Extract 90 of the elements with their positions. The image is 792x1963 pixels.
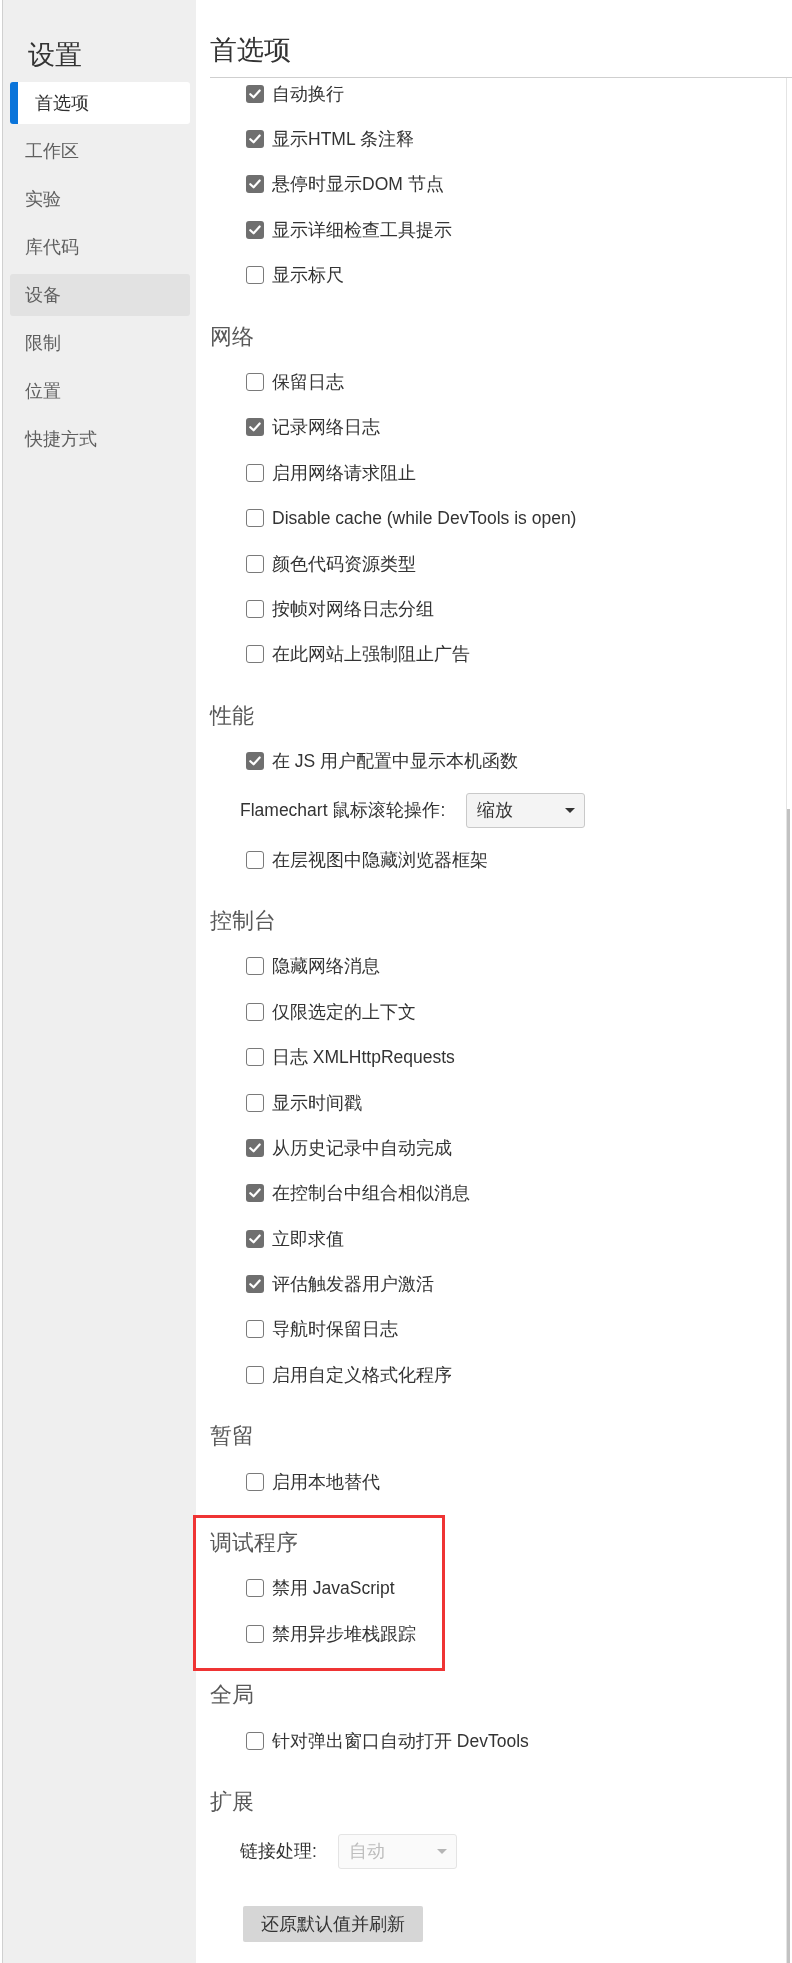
option-label: 禁用 JavaScript (272, 1577, 395, 1601)
checkmark-icon (249, 756, 261, 767)
option-label: 显示详细检查工具提示 (272, 218, 452, 242)
option-label: 显示标尺 (272, 264, 344, 288)
checkmark-icon (249, 1233, 261, 1244)
option-label: 导航时保留日志 (272, 1318, 398, 1342)
sidebar-item[interactable]: 工作区 (10, 130, 190, 172)
option-label: 启用网络请求阻止 (272, 461, 416, 485)
reset-button[interactable]: 还原默认值并刷新 (243, 1905, 423, 1942)
scrollbar-thumb[interactable] (787, 809, 790, 1963)
checkbox[interactable] (246, 130, 264, 149)
option-label: 日志 XMLHttpRequests (272, 1046, 455, 1070)
option-label: 启用本地替代 (272, 1470, 380, 1494)
option-label: 从历史记录中自动完成 (272, 1136, 452, 1160)
checkmark-icon (249, 179, 261, 190)
checkbox[interactable] (246, 1731, 264, 1750)
checkbox[interactable] (246, 1579, 264, 1598)
sidebar-item[interactable]: 库代码 (10, 226, 190, 268)
option-label: 自动换行 (272, 82, 344, 106)
option-label: 显示时间戳 (272, 1091, 362, 1115)
checkbox[interactable] (246, 1472, 264, 1491)
checkbox[interactable] (246, 850, 264, 869)
checkbox[interactable] (246, 418, 264, 437)
section-heading: 调试程序 (210, 1530, 298, 1557)
checkbox[interactable] (246, 957, 264, 976)
sidebar-item[interactable]: 实验 (10, 178, 190, 220)
option-label: 在此网站上强制阻止广告 (272, 643, 470, 667)
section-heading: 性能 (210, 702, 254, 730)
checkmark-icon (249, 1188, 261, 1199)
sidebar-item[interactable]: 首选项 (10, 82, 190, 124)
checkbox[interactable] (246, 1093, 264, 1112)
checkbox[interactable] (246, 1275, 264, 1294)
checkbox[interactable] (246, 1002, 264, 1021)
checkmark-icon (249, 134, 261, 145)
checkbox[interactable] (246, 463, 264, 482)
checkbox[interactable] (246, 1624, 264, 1643)
section-heading: 扩展 (210, 1788, 254, 1816)
section-heading: 暂留 (210, 1423, 254, 1451)
option-label: 隐藏网络消息 (272, 955, 380, 979)
option-label: 评估触发器用户激活 (272, 1273, 434, 1297)
section-heading: 全局 (210, 1682, 254, 1710)
option-label: 在层视图中隐藏浏览器框架 (272, 848, 488, 872)
sidebar-item[interactable]: 位置 (10, 370, 190, 412)
option-label: 仅限选定的上下文 (272, 1000, 416, 1024)
dropdown[interactable]: 缩放 (466, 792, 586, 828)
checkmark-icon (249, 1142, 261, 1153)
checkmark-icon (249, 1279, 261, 1290)
checkbox[interactable] (246, 645, 264, 664)
checkbox[interactable] (246, 1320, 264, 1339)
sidebar-item[interactable]: 设备 (10, 274, 190, 316)
section-heading: 网络 (210, 323, 254, 351)
option-label: 启用自定义格式化程序 (272, 1363, 452, 1387)
checkbox[interactable] (246, 1365, 264, 1384)
checkbox[interactable] (246, 752, 264, 771)
dropdown-label: 链接处理: (240, 1840, 317, 1864)
option-label: 颜色代码资源类型 (272, 552, 416, 576)
sidebar-title: 设置 (27, 39, 83, 71)
checkmark-icon (249, 88, 261, 99)
checkbox[interactable] (246, 1229, 264, 1248)
section-heading: 控制台 (210, 907, 276, 935)
checkbox[interactable] (246, 1138, 264, 1157)
option-label: 按帧对网络日志分组 (272, 598, 434, 621)
sidebar-item[interactable]: 限制 (10, 322, 190, 364)
page-title: 首选项 (210, 34, 291, 67)
option-label: 悬停时显示DOM 节点 (272, 173, 444, 197)
dropdown-label: Flamechart 鼠标滚轮操作: (240, 799, 446, 823)
checkbox[interactable] (246, 554, 264, 573)
checkmark-icon (249, 422, 261, 433)
checkbox[interactable] (246, 1048, 264, 1067)
option-label: 显示HTML 条注释 (272, 128, 414, 152)
caret-icon (436, 1848, 447, 1854)
option-label: 禁用异步堆栈跟踪 (272, 1622, 416, 1646)
checkbox[interactable] (246, 220, 264, 239)
checkbox[interactable] (246, 175, 264, 194)
option-label: 在控制台中组合相似消息 (272, 1182, 470, 1206)
checkbox[interactable] (246, 600, 264, 618)
option-label: 保留日志 (272, 371, 344, 395)
option-label: 针对弹出窗口自动打开 DevTools (272, 1729, 529, 1753)
checkbox[interactable] (246, 509, 264, 528)
checkbox[interactable] (246, 84, 264, 103)
option-label: Disable cache (while DevTools is open) (272, 507, 577, 531)
checkbox[interactable] (246, 373, 264, 392)
checkbox[interactable] (246, 1184, 264, 1203)
option-label: 立即求值 (272, 1227, 344, 1251)
option-label: 记录网络日志 (272, 416, 380, 440)
caret-icon (565, 807, 576, 813)
option-label: 在 JS 用户配置中显示本机函数 (272, 750, 519, 774)
sidebar-item[interactable]: 快捷方式 (10, 418, 190, 460)
checkbox[interactable] (246, 266, 264, 285)
checkmark-icon (249, 224, 261, 235)
